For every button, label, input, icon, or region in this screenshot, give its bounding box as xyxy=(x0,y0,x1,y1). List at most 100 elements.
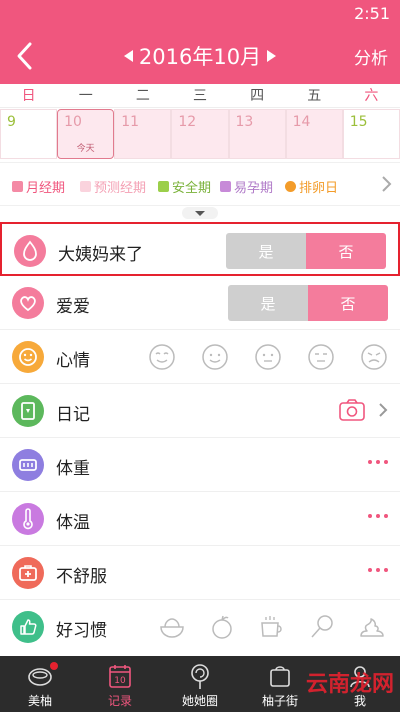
weekday-label: 二 xyxy=(135,88,150,104)
prev-month-icon[interactable] xyxy=(123,50,133,62)
tab-record[interactable]: 10 记录 xyxy=(80,656,160,712)
mood-happy-icon[interactable] xyxy=(148,343,176,371)
thumbs-up-icon xyxy=(12,611,44,643)
back-button[interactable] xyxy=(10,38,40,74)
status-time: 2:51 xyxy=(354,4,390,23)
lollipop-icon xyxy=(191,664,209,689)
legend-swatch xyxy=(12,181,23,192)
app: 2:51 2016年10月 分析 日 一 二 三 四 五 六 9 10 今天 11… xyxy=(0,0,400,712)
love-no-button[interactable]: 否 xyxy=(308,285,388,321)
legend-label: 排卵日 xyxy=(299,181,339,196)
mood-row: 心情 xyxy=(0,330,400,384)
legend-swatch xyxy=(80,181,91,192)
smiley-icon xyxy=(12,341,44,373)
analyze-button[interactable]: 分析 xyxy=(354,44,388,69)
mood-smile-icon[interactable] xyxy=(201,343,229,371)
period-yes-button[interactable]: 是 xyxy=(226,233,306,269)
legend-label: 安全期 xyxy=(172,181,212,196)
tab-label: 美柚 xyxy=(27,694,52,708)
mood-label: 心情 xyxy=(56,351,90,371)
shop-icon xyxy=(270,666,290,687)
legend-swatch xyxy=(285,181,296,192)
habit-meal-icon[interactable] xyxy=(156,611,188,643)
date-number: 14 xyxy=(292,114,311,130)
legend-item: 预测经期 xyxy=(80,177,146,196)
habit-exercise-icon[interactable] xyxy=(306,611,338,643)
date-row: 9 10 今天 11 12 13 14 15 xyxy=(0,109,400,161)
mood-options xyxy=(148,343,388,371)
weekday-label: 三 xyxy=(192,88,207,104)
love-row: 爱爱 是 否 xyxy=(0,276,400,330)
period-toggle: 是 否 xyxy=(226,233,386,269)
tab-meiyou[interactable]: 美柚 xyxy=(0,656,80,712)
next-month-icon[interactable] xyxy=(267,50,277,62)
weekday-row: 日 一 二 三 四 五 六 xyxy=(0,84,400,108)
period-no-button[interactable]: 否 xyxy=(306,233,386,269)
period-row: 大姨妈来了 是 否 xyxy=(0,222,400,276)
collapse-toggle[interactable] xyxy=(178,206,222,220)
diary-label: 日记 xyxy=(56,405,90,425)
legend-label: 月经期 xyxy=(26,181,66,196)
mood-annoyed-icon[interactable] xyxy=(307,343,335,371)
habits-row: 好习惯 xyxy=(0,600,400,656)
date-cell[interactable]: 14 xyxy=(285,109,343,159)
month-title: 2016年10月 xyxy=(138,45,262,69)
date-cell[interactable]: 9 xyxy=(0,109,58,159)
date-number: 15 xyxy=(349,114,368,130)
date-cell[interactable]: 11 xyxy=(114,109,172,159)
habit-fruit-icon[interactable] xyxy=(206,611,238,643)
date-number: 11 xyxy=(121,114,140,130)
chevron-left-icon xyxy=(17,42,32,70)
weekday-label: 一 xyxy=(78,88,93,104)
legend-item: 月经期 xyxy=(12,177,65,196)
legend-bar: 月经期 预测经期 安全期 易孕期 排卵日 xyxy=(0,162,400,206)
date-cell-today[interactable]: 10 今天 xyxy=(57,109,115,159)
love-yes-button[interactable]: 是 xyxy=(228,285,308,321)
weekday-label: 四 xyxy=(250,88,265,104)
unwell-label: 不舒服 xyxy=(56,567,107,587)
tab-circle[interactable]: 她她圈 xyxy=(160,656,240,712)
unwell-row[interactable]: 不舒服 xyxy=(0,546,400,600)
mood-neutral-icon[interactable] xyxy=(254,343,282,371)
header: 2016年10月 分析 xyxy=(0,28,400,84)
date-cell[interactable]: 13 xyxy=(228,109,286,159)
date-number: 10 xyxy=(64,114,82,130)
weight-label: 体重 xyxy=(56,459,90,479)
tab-label: 柚子街 xyxy=(261,694,298,708)
date-number: 9 xyxy=(7,114,16,130)
period-label: 大姨妈来了 xyxy=(58,245,143,265)
more-icon[interactable] xyxy=(368,568,388,572)
date-number: 13 xyxy=(235,114,254,130)
notebook-icon xyxy=(12,395,44,427)
diary-row[interactable]: 日记 xyxy=(0,384,400,438)
habit-options xyxy=(156,611,388,643)
weekday-label: 五 xyxy=(307,88,322,104)
calendar-icon: 10 xyxy=(109,665,131,688)
weekday-label: 六 xyxy=(364,88,379,104)
temperature-row[interactable]: 体温 xyxy=(0,492,400,546)
legend-label: 易孕期 xyxy=(234,181,274,196)
camera-icon[interactable] xyxy=(338,398,366,426)
love-toggle: 是 否 xyxy=(228,285,388,321)
legend-swatch xyxy=(220,181,231,192)
mood-angry-icon[interactable] xyxy=(360,343,388,371)
more-icon[interactable] xyxy=(368,514,388,518)
chevron-right-icon[interactable] xyxy=(380,175,392,193)
weekday-label: 日 xyxy=(21,88,36,104)
chevron-right-icon xyxy=(378,402,388,422)
tab-label: 她她圈 xyxy=(181,694,218,708)
habit-poop-icon[interactable] xyxy=(356,611,388,643)
notification-badge xyxy=(50,662,58,670)
svg-text:10: 10 xyxy=(114,676,126,686)
habit-water-icon[interactable] xyxy=(256,611,288,643)
thermometer-icon xyxy=(12,503,44,535)
status-bar: 2:51 xyxy=(0,0,400,28)
weight-row[interactable]: 体重 xyxy=(0,438,400,492)
droplet-icon xyxy=(14,235,46,267)
date-cell[interactable]: 12 xyxy=(171,109,229,159)
tab-label: 记录 xyxy=(107,694,132,708)
date-cell[interactable]: 15 xyxy=(342,109,400,159)
legend-label: 预测经期 xyxy=(94,181,147,196)
temperature-label: 体温 xyxy=(56,513,90,533)
more-icon[interactable] xyxy=(368,460,388,464)
